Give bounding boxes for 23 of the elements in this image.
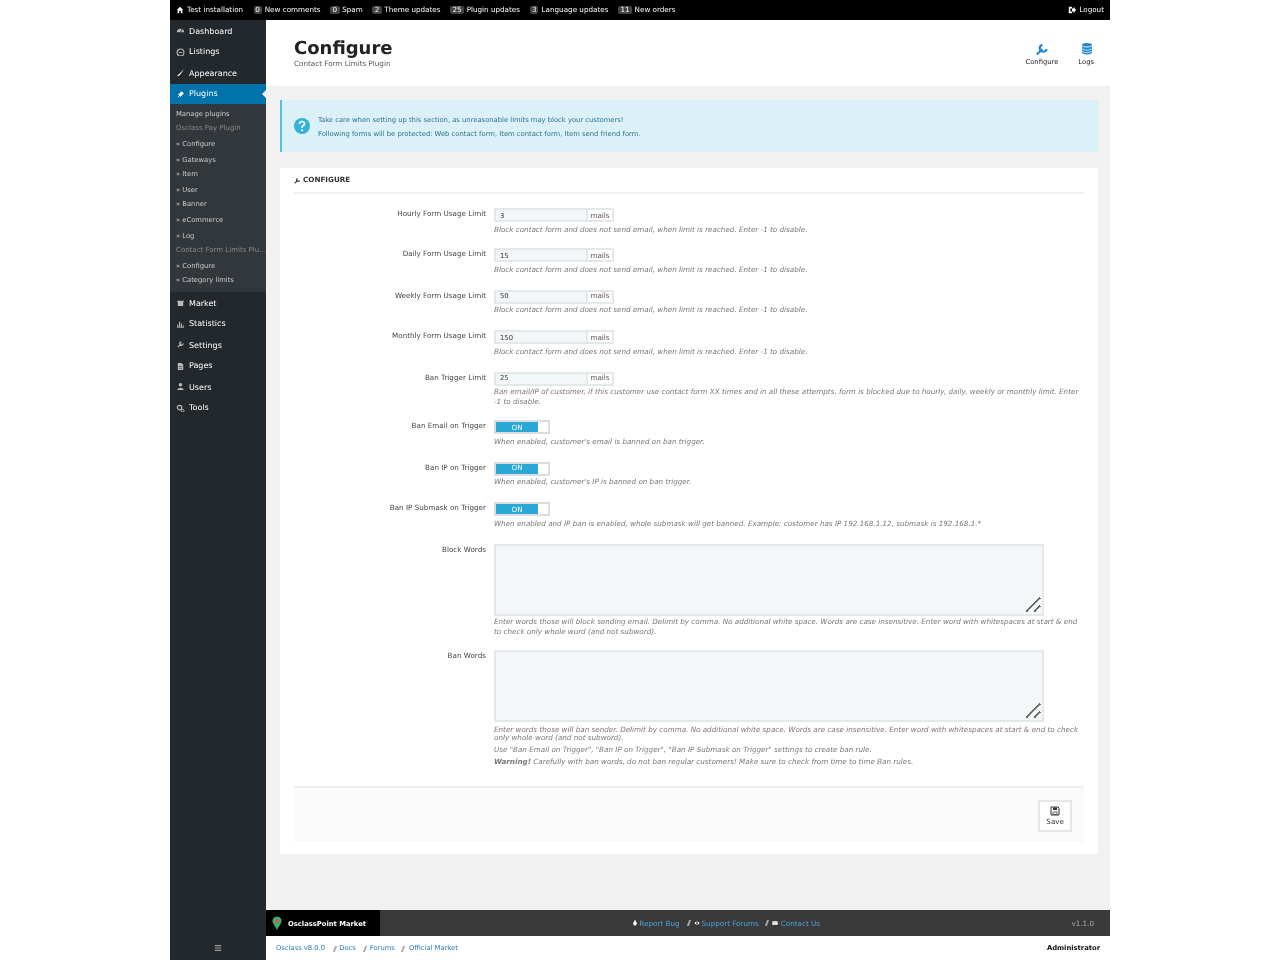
wrench-icon bbox=[1034, 41, 1049, 55]
text-area[interactable] bbox=[494, 650, 1044, 723]
bug-icon bbox=[631, 920, 638, 926]
envelope-icon bbox=[772, 920, 779, 926]
pin-logo-icon bbox=[272, 916, 282, 930]
text-area[interactable] bbox=[494, 543, 1044, 616]
home-icon bbox=[176, 6, 184, 14]
brush-icon bbox=[176, 68, 185, 77]
logout-icon bbox=[1068, 6, 1077, 14]
page-title: Configure bbox=[294, 39, 395, 59]
floppy-icon bbox=[1050, 805, 1061, 816]
help-icon bbox=[294, 118, 310, 134]
eye-icon bbox=[693, 920, 700, 926]
page-icon bbox=[176, 361, 185, 371]
plug-icon bbox=[176, 89, 185, 98]
database-icon bbox=[1079, 41, 1094, 55]
shop-icon bbox=[176, 298, 185, 308]
menu-icon bbox=[214, 944, 222, 952]
chart-icon bbox=[176, 319, 185, 329]
wrench-icon bbox=[176, 340, 185, 350]
wrench-icon bbox=[294, 177, 300, 183]
user-icon bbox=[176, 382, 185, 392]
dashboard-icon bbox=[176, 26, 185, 35]
